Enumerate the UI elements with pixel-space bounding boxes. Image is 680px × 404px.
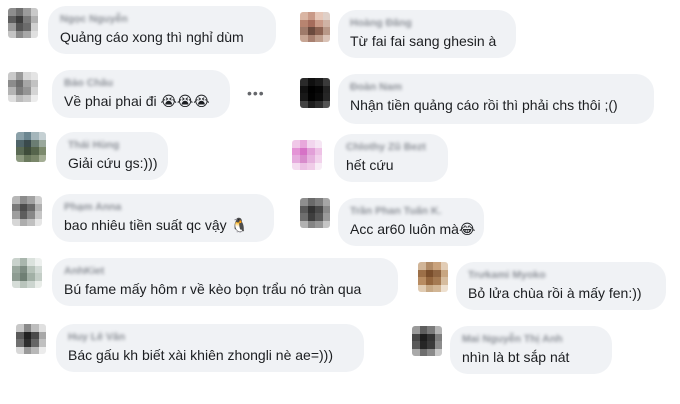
comment-text: hết cứu [346, 157, 394, 173]
comment-text: Quảng cáo xong thì nghỉ dùm [60, 29, 244, 45]
comment-bubble: Ngọc Nguyễn Quảng cáo xong thì nghỉ dùm [48, 6, 276, 54]
commenter-name[interactable]: Ngọc Nguyễn [60, 13, 264, 25]
comment-text: Về phai phai đi 😭😭😭 [64, 93, 210, 109]
commenter-name[interactable]: Chlothy Zũ Bezt [346, 141, 436, 153]
commenter-name[interactable]: Thái Hùng [68, 139, 156, 151]
commenter-name[interactable]: Bảo Châu [64, 77, 218, 89]
avatar[interactable] [412, 326, 442, 356]
comment-text: Giải cứu gs:))) [68, 155, 158, 171]
comment-text: bao nhiêu tiền suất qc vậy 🐧 [64, 217, 248, 233]
commenter-name[interactable]: Phạm Anna [64, 201, 262, 213]
comment-text: Acc ar60 luôn mà😂 [350, 221, 476, 237]
comment-bubble: Huy Lê Văn Bác gấu kh biết xài khiên zho… [56, 324, 364, 372]
comment-bubble: Thái Hùng Giải cứu gs:))) [56, 132, 168, 180]
avatar[interactable] [16, 324, 46, 354]
commenter-name[interactable]: Trưkami Myoko [468, 269, 654, 281]
comment-text: Bác gấu kh biết xài khiên zhongli nè ae=… [68, 347, 333, 363]
avatar[interactable] [8, 8, 38, 38]
comment-bubble: Đoàn Nam Nhận tiền quảng cáo rồi thì phả… [338, 74, 654, 124]
commenter-name[interactable]: Đoàn Nam [350, 81, 642, 93]
comment-text: nhìn là bt sắp nát [462, 349, 570, 365]
avatar[interactable] [16, 132, 46, 162]
comment-text: Từ fai fai sang ghesin à [350, 33, 497, 49]
comment-bubble: Mai Nguyễn Thị Anh nhìn là bt sắp nát [450, 326, 612, 374]
comment-text: Bỏ lửa chùa rồi à mấy fen:)) [468, 285, 642, 301]
comment-bubble: Bảo Châu Về phai phai đi 😭😭😭 [52, 70, 230, 118]
comment-bubble: AnhKiet Bú fame mấy hôm r về kèo bọn trẩ… [52, 258, 398, 306]
commenter-name[interactable]: AnhKiet [64, 265, 386, 277]
avatar[interactable] [12, 196, 42, 226]
comment-bubble: Phạm Anna bao nhiêu tiền suất qc vậy 🐧 [52, 194, 274, 242]
commenter-name[interactable]: Trần Phan Tuấn K. [350, 205, 472, 217]
avatar[interactable] [300, 12, 330, 42]
avatar[interactable] [292, 140, 322, 170]
commenter-name[interactable]: Mai Nguyễn Thị Anh [462, 333, 600, 345]
commenter-name[interactable]: Hoàng Đăng [350, 17, 504, 29]
commenter-name[interactable]: Huy Lê Văn [68, 331, 352, 343]
comment-text: Bú fame mấy hôm r về kèo bọn trẩu nó trà… [64, 281, 362, 297]
avatar[interactable] [300, 78, 330, 108]
more-options-button[interactable]: ••• [247, 85, 265, 101]
avatar[interactable] [12, 258, 42, 288]
avatar[interactable] [300, 198, 330, 228]
comment-bubble: Trưkami Myoko Bỏ lửa chùa rồi à mấy fen:… [456, 262, 666, 310]
avatar[interactable] [8, 72, 38, 102]
comment-bubble: Chlothy Zũ Bezt hết cứu [334, 134, 448, 182]
comment-bubble: Hoàng Đăng Từ fai fai sang ghesin à [338, 10, 516, 58]
comment-bubble: Trần Phan Tuấn K. Acc ar60 luôn mà😂 [338, 198, 484, 246]
avatar[interactable] [418, 262, 448, 292]
comment-text: Nhận tiền quảng cáo rồi thì phải chs thô… [350, 97, 618, 113]
